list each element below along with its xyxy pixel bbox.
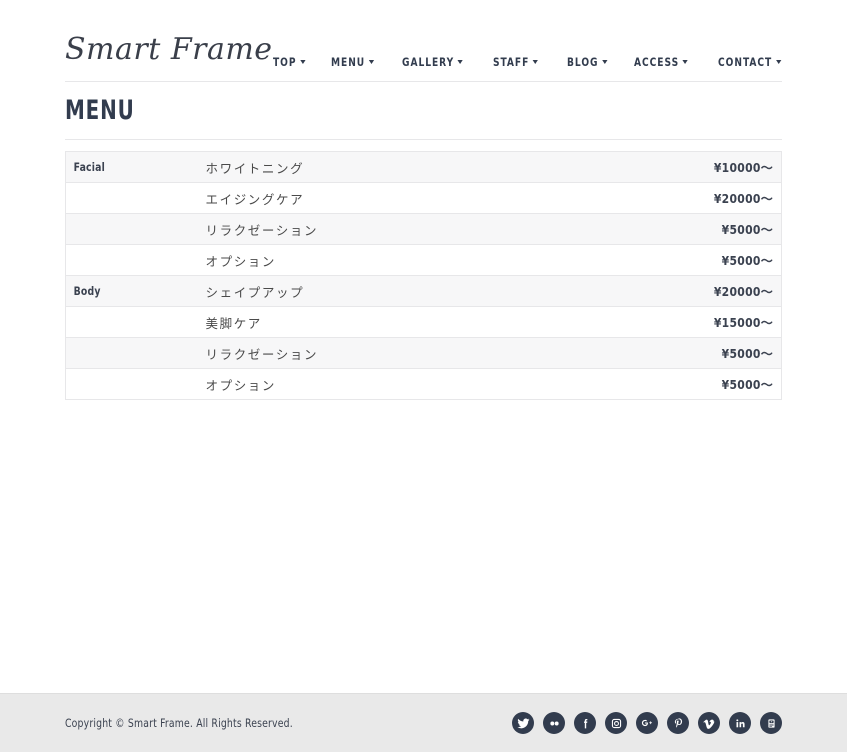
- nav-item-contact[interactable]: CONTACT: [718, 55, 781, 69]
- menu-item-name: リラクゼーション: [202, 337, 662, 370]
- table-row: オプション ¥5000〜: [65, 368, 782, 401]
- menu-item-name: ホワイトニング: [202, 151, 662, 184]
- main-navigation: TOP MENU GALLERY STAFF BLOG ACCESS CONTA…: [273, 55, 790, 81]
- menu-item-price: ¥20000〜: [661, 275, 782, 308]
- menu-category: [65, 306, 189, 339]
- googleplus-icon[interactable]: [636, 712, 658, 734]
- table-row: Facial ホワイトニング ¥10000〜: [65, 151, 782, 184]
- nav-item-label: BLOG: [566, 55, 599, 69]
- menu-table-body: Facial ホワイトニング ¥10000〜 エイジングケア ¥20000〜 リ…: [65, 151, 782, 401]
- menu-item-name: オプション: [202, 244, 662, 277]
- site-header: Smart Frame TOP MENU GALLERY STAFF BLOG …: [65, 0, 782, 81]
- nav-item-menu[interactable]: MENU: [331, 55, 375, 69]
- nav-item-label: MENU: [331, 55, 366, 69]
- chevron-down-icon: [457, 60, 464, 64]
- menu-item-price: ¥5000〜: [661, 337, 782, 370]
- chevron-down-icon: [775, 60, 781, 64]
- menu-category: [65, 244, 189, 277]
- youtube-icon[interactable]: [760, 712, 782, 734]
- site-logo[interactable]: Smart Frame: [65, 35, 273, 81]
- linkedin-icon[interactable]: [729, 712, 751, 734]
- title-divider: [65, 139, 782, 141]
- twitter-icon[interactable]: [512, 712, 534, 734]
- menu-category: [65, 368, 189, 401]
- menu-item-price: ¥20000〜: [661, 182, 782, 215]
- flickr-icon[interactable]: [543, 712, 565, 734]
- nav-item-staff[interactable]: STAFF: [493, 55, 539, 69]
- menu-item-name: エイジングケア: [202, 182, 662, 215]
- menu-item-price: ¥15000〜: [661, 306, 782, 339]
- page-root: Smart Frame TOP MENU GALLERY STAFF BLOG …: [0, 0, 847, 752]
- pinterest-icon[interactable]: [667, 712, 689, 734]
- table-row: オプション ¥5000〜: [65, 244, 782, 277]
- menu-item-price: ¥5000〜: [661, 213, 782, 246]
- menu-category: [65, 182, 189, 215]
- menu-category: [65, 337, 189, 370]
- table-row: Body シェイプアップ ¥20000〜: [65, 275, 782, 308]
- site-footer: Copyright © Smart Frame. All Rights Rese…: [0, 693, 847, 752]
- social-links: [512, 712, 782, 734]
- footer-inner: Copyright © Smart Frame. All Rights Rese…: [65, 694, 782, 752]
- menu-category: [65, 213, 189, 246]
- menu-item-price: ¥5000〜: [661, 368, 782, 401]
- nav-item-label: CONTACT: [717, 55, 772, 69]
- menu-item-price: ¥5000〜: [661, 244, 782, 277]
- menu-item-name: 美脚ケア: [202, 306, 662, 339]
- chevron-down-icon: [299, 60, 305, 64]
- chevron-down-icon: [601, 60, 607, 64]
- table-row: エイジングケア ¥20000〜: [65, 182, 782, 215]
- facebook-icon[interactable]: [574, 712, 596, 734]
- menu-category: Facial: [65, 151, 189, 184]
- menu-price-table: Facial ホワイトニング ¥10000〜 エイジングケア ¥20000〜 リ…: [65, 151, 782, 401]
- vimeo-icon[interactable]: [698, 712, 720, 734]
- instagram-icon[interactable]: [605, 712, 627, 734]
- nav-item-label: TOP: [272, 55, 297, 69]
- table-row: リラクゼーション ¥5000〜: [65, 337, 782, 370]
- nav-item-label: STAFF: [493, 55, 530, 69]
- table-row: リラクゼーション ¥5000〜: [65, 213, 782, 246]
- chevron-down-icon: [683, 60, 689, 64]
- table-row: 美脚ケア ¥15000〜: [65, 306, 782, 339]
- nav-item-label: ACCESS: [634, 55, 680, 69]
- nav-item-gallery[interactable]: GALLERY: [402, 55, 464, 69]
- menu-item-name: オプション: [202, 368, 662, 401]
- nav-item-blog[interactable]: BLOG: [567, 55, 607, 69]
- copyright-text: Copyright © Smart Frame. All Rights Rese…: [65, 716, 293, 730]
- menu-item-name: シェイプアップ: [202, 275, 662, 308]
- menu-item-price: ¥10000〜: [661, 151, 782, 184]
- content-area: Smart Frame TOP MENU GALLERY STAFF BLOG …: [0, 0, 847, 693]
- nav-item-access[interactable]: ACCESS: [634, 55, 689, 69]
- menu-item-name: リラクゼーション: [202, 213, 662, 246]
- menu-category: Body: [65, 275, 189, 308]
- page-title: MENU: [65, 95, 135, 126]
- nav-item-label: GALLERY: [402, 55, 455, 69]
- nav-item-top[interactable]: TOP: [273, 55, 305, 69]
- chevron-down-icon: [368, 60, 375, 64]
- chevron-down-icon: [533, 60, 539, 64]
